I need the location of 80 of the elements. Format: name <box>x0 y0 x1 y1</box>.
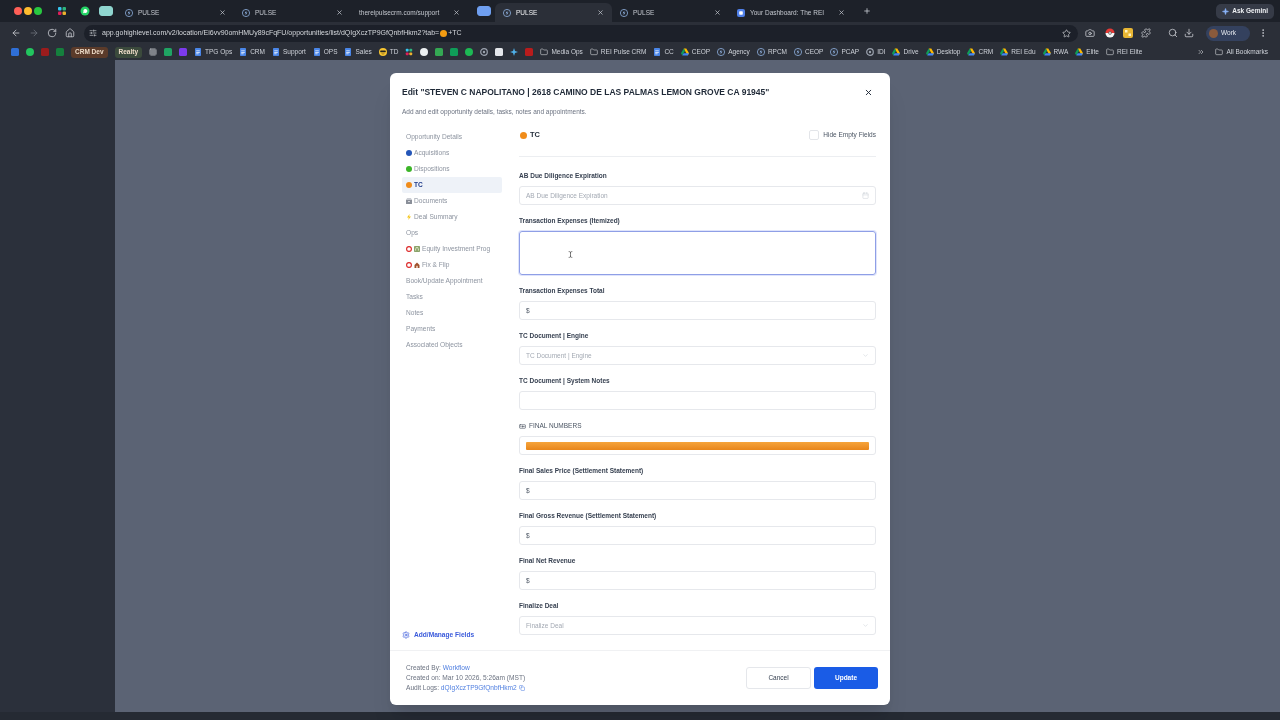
window-zoom-icon[interactable] <box>34 7 42 15</box>
reload-icon[interactable] <box>47 28 57 38</box>
extensions-icon[interactable] <box>1141 28 1151 38</box>
dot-icon <box>440 29 448 37</box>
ring-icon <box>406 246 412 252</box>
tab-search-icon[interactable] <box>1168 28 1178 38</box>
lightning-icon <box>406 214 412 220</box>
bank-icon <box>414 246 420 252</box>
app-icon[interactable] <box>435 48 444 56</box>
text-cursor-icon <box>567 250 574 259</box>
ring-icon[interactable] <box>480 48 489 56</box>
apps-grid-icon[interactable] <box>149 48 158 56</box>
folder-icon <box>1215 48 1224 56</box>
sunglasses-face-icon <box>378 48 387 56</box>
drive-icon <box>1042 48 1051 56</box>
close-tab-icon[interactable] <box>838 9 845 16</box>
drive-icon <box>680 48 689 56</box>
close-tab-icon[interactable] <box>597 9 604 16</box>
site-settings-icon[interactable] <box>89 29 97 37</box>
more-bookmarks-icon[interactable] <box>1197 48 1206 56</box>
download-icon[interactable] <box>1184 28 1194 38</box>
dialog-title: Edit "STEVEN C NAPOLITANO | 2618 CAMINO DE LAS PALMAS LEMON GROVE CA 91945" <box>402 86 770 99</box>
pinwheel-icon[interactable] <box>57 6 67 16</box>
window-minimize-icon[interactable] <box>24 7 32 15</box>
close-tab-icon[interactable] <box>219 9 226 16</box>
camera-icon[interactable] <box>1085 28 1095 38</box>
bolt-icon <box>717 48 726 56</box>
close-tab-icon[interactable] <box>453 9 460 16</box>
folder-icon <box>540 48 549 56</box>
ring-icon <box>866 48 875 56</box>
avatar-icon <box>1209 28 1218 38</box>
bookmark-star-icon[interactable] <box>1062 28 1071 38</box>
file-box-icon <box>406 198 412 204</box>
document-icon <box>194 48 203 56</box>
textarea-field[interactable] <box>519 231 876 275</box>
checkbox[interactable] <box>809 130 820 140</box>
bolt-icon <box>620 8 628 17</box>
window-close-icon[interactable] <box>14 7 22 15</box>
new-tab-icon[interactable] <box>863 7 871 15</box>
sparkle-icon[interactable] <box>510 48 519 56</box>
ball-icon[interactable] <box>1105 28 1115 38</box>
folder-icon <box>1106 48 1114 56</box>
drive-icon <box>1075 48 1084 56</box>
document-icon <box>653 48 662 56</box>
tab-group-icon[interactable] <box>477 6 491 16</box>
close-icon[interactable] <box>864 88 873 97</box>
bolt-icon <box>794 48 802 56</box>
circle-app-icon[interactable] <box>465 48 474 56</box>
drive-icon <box>892 48 901 56</box>
document-icon <box>239 48 248 56</box>
document-icon <box>312 48 321 56</box>
back-icon[interactable] <box>11 28 21 38</box>
close-tab-icon[interactable] <box>714 9 721 16</box>
bolt-icon <box>756 48 765 56</box>
ring-icon <box>406 262 412 268</box>
bolt-icon <box>242 8 250 17</box>
pinwheel-icon[interactable] <box>405 48 414 56</box>
circle-app-icon[interactable] <box>420 48 429 56</box>
text-field[interactable] <box>519 391 876 410</box>
drive-icon <box>967 48 976 56</box>
bolt-icon <box>503 8 511 17</box>
app-icon <box>737 8 745 17</box>
sparkle-icon <box>1222 7 1230 15</box>
drive-icon <box>1000 48 1009 56</box>
settings-icon <box>402 631 410 639</box>
chat-bubble-icon[interactable] <box>80 6 90 16</box>
bolt-icon <box>125 8 133 17</box>
close-tab-icon[interactable] <box>336 9 343 16</box>
house-icon <box>414 262 420 268</box>
tab-group-icon[interactable] <box>99 6 113 16</box>
app-icon[interactable] <box>1123 28 1133 38</box>
circle-app-icon[interactable] <box>26 48 34 56</box>
document-icon <box>271 48 280 56</box>
document-icon <box>344 48 353 56</box>
app-icon[interactable] <box>495 48 504 56</box>
folder-icon <box>589 48 598 56</box>
home-icon[interactable] <box>65 28 75 38</box>
drive-icon <box>925 48 934 56</box>
banknote-icon <box>519 422 526 430</box>
bolt-icon <box>830 48 839 56</box>
